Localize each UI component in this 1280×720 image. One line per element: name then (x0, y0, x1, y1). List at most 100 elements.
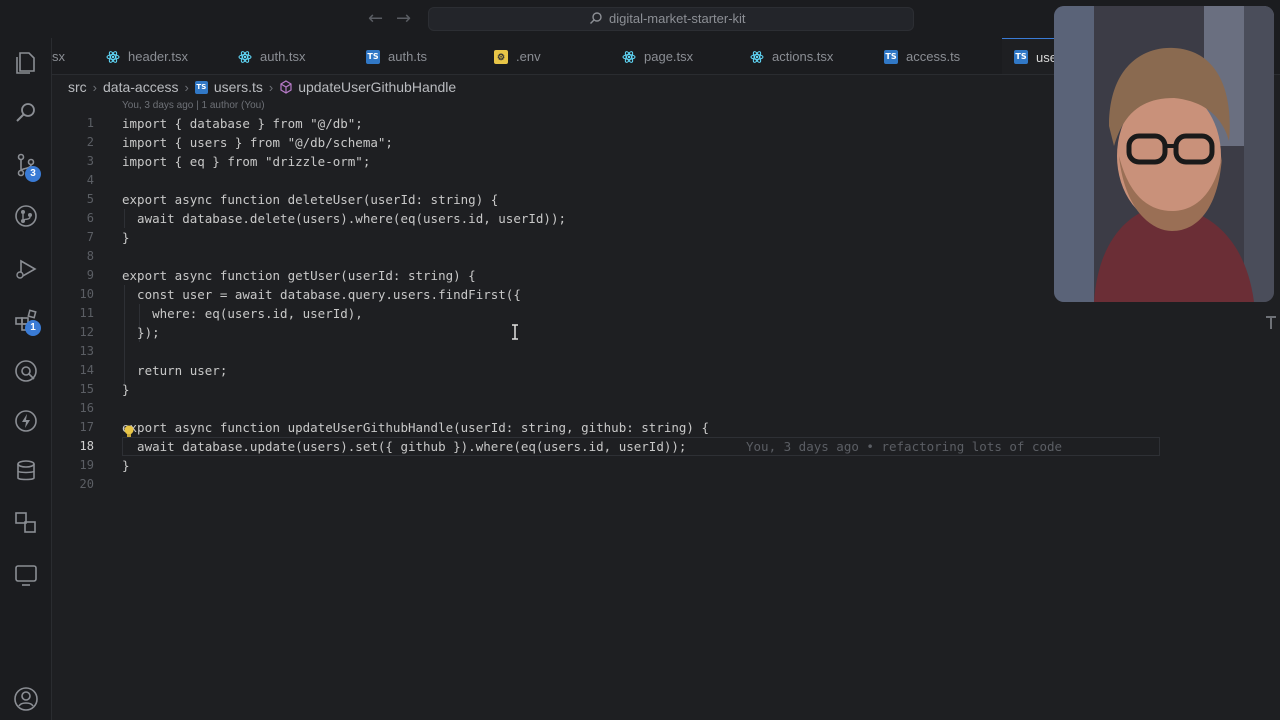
window-title: digital-market-starter-kit (609, 11, 746, 26)
typescript-icon: TS (366, 49, 380, 64)
tab-users-ts[interactable]: TS use (1002, 38, 1062, 74)
tab-0[interactable]: sx (52, 38, 92, 74)
tab-env[interactable]: ⚙ .env (494, 38, 541, 74)
env-file-icon: ⚙ (494, 49, 508, 64)
typescript-icon: TS (194, 80, 208, 94)
code-line-text: export async function updateUserGithubHa… (122, 420, 709, 435)
command-center-search[interactable]: digital-market-starter-kit (428, 7, 914, 31)
line-number: 12 (79, 325, 94, 339)
inline-blame: You, 3 days ago • refactoring lots of co… (746, 439, 1063, 454)
code-line-text: import { users } from "@/db/schema"; (122, 135, 393, 150)
line-number: 11 (79, 306, 94, 320)
code-line: 14 return user; (52, 361, 1252, 380)
line-number: 14 (79, 363, 94, 377)
code-line-text: import { database } from "@/db"; (122, 116, 363, 131)
line-number: 19 (79, 458, 94, 472)
code-line-text: export async function deleteUser(userId:… (122, 192, 499, 207)
lightning-icon[interactable] (13, 408, 39, 434)
current-code-line: 18 await database.update(users).set({ gi… (52, 437, 1252, 456)
remote-window-icon[interactable] (13, 562, 39, 588)
line-number: 1 (86, 116, 94, 130)
tab-actions-tsx[interactable]: actions.tsx (750, 38, 834, 74)
breadcrumb-src[interactable]: src (68, 79, 87, 95)
line-number: 17 (79, 420, 94, 434)
line-number: 2 (86, 135, 94, 149)
run-debug-icon[interactable] (13, 256, 39, 282)
breadcrumb-users-ts[interactable]: users.ts (214, 79, 263, 95)
tab-label: header.tsx (128, 49, 188, 64)
line-number: 7 (86, 230, 94, 244)
line-number: 8 (86, 249, 94, 263)
forward-arrow-icon[interactable]: → (396, 8, 411, 29)
chevron-right-icon: › (92, 79, 98, 95)
code-line-text: await database.delete(users).where(eq(us… (122, 211, 567, 226)
line-number: 13 (79, 344, 94, 358)
code-line-text: } (122, 230, 130, 245)
react-icon (622, 50, 636, 63)
tab-label: actions.tsx (772, 49, 834, 64)
chevron-right-icon: › (184, 79, 189, 95)
database-icon[interactable] (13, 458, 39, 484)
chevron-right-icon: › (268, 79, 274, 95)
tab-label: page.tsx (644, 49, 694, 64)
search-icon[interactable] (13, 100, 39, 126)
git-graph-icon[interactable] (13, 203, 39, 229)
account-icon[interactable] (13, 686, 39, 712)
code-line-text: export async function getUser(userId: st… (122, 268, 476, 283)
code-line-text: } (122, 458, 130, 473)
tab-access-ts[interactable]: TS access.ts (884, 38, 961, 74)
webcam-overlay (1054, 6, 1274, 302)
remote-explorer-icon[interactable] (13, 358, 39, 384)
code-line-text: const user = await database.query.users.… (122, 287, 521, 302)
code-line: 16 (52, 399, 1252, 418)
line-number: 15 (79, 382, 94, 396)
line-number: 3 (86, 154, 94, 168)
activity-bar: 3 1 (0, 38, 52, 720)
tab-page-tsx[interactable]: page.tsx (622, 38, 694, 74)
line-number: 4 (86, 173, 94, 187)
scrollbar-handle[interactable] (1265, 316, 1277, 330)
source-control-badge: 3 (25, 166, 41, 182)
code-line-text: }); (122, 325, 160, 340)
code-line-text: import { eq } from "drizzle-orm"; (122, 154, 371, 169)
code-line-text: } (122, 382, 130, 397)
lightbulb-icon[interactable] (122, 424, 136, 438)
code-line: 12 }); (52, 323, 1252, 342)
typescript-icon: TS (884, 49, 898, 64)
typescript-icon: TS (1014, 50, 1028, 64)
line-number: 6 (86, 211, 94, 225)
code-line: 13 (52, 342, 1252, 361)
shapes-icon[interactable] (13, 510, 39, 536)
extensions-badge: 1 (25, 320, 41, 336)
back-arrow-icon[interactable]: ← (368, 8, 383, 29)
tab-label: .env (516, 49, 541, 64)
tab-auth-tsx[interactable]: auth.tsx (238, 38, 306, 74)
breadcrumb: src › data-access › TS users.ts › update… (68, 78, 456, 96)
code-line: 19 } (52, 456, 1252, 475)
line-number: 20 (79, 477, 94, 491)
tab-auth-ts[interactable]: TS auth.ts (366, 38, 428, 74)
line-number: 5 (86, 192, 94, 206)
presenter-video-image (1054, 6, 1274, 302)
code-line-text: where: eq(users.id, userId), (122, 306, 363, 321)
line-number: 18 (79, 439, 94, 453)
text-cursor-icon (512, 324, 518, 340)
breadcrumb-data-access[interactable]: data-access (103, 79, 178, 95)
code-line: 11 where: eq(users.id, userId), (52, 304, 1252, 323)
tab-label: access.ts (906, 49, 961, 64)
tab-label: auth.tsx (260, 49, 306, 64)
tab-header-tsx[interactable]: header.tsx (106, 38, 188, 74)
code-line: 17 export async function updateUserGithu… (52, 418, 1252, 437)
explorer-icon[interactable] (13, 50, 39, 76)
breadcrumb-symbol[interactable]: updateUserGithubHandle (298, 79, 456, 95)
code-line-text: await database.update(users).set({ githu… (122, 439, 687, 454)
line-number: 9 (86, 268, 94, 282)
react-icon (106, 50, 120, 63)
blame-header[interactable]: You, 3 days ago | 1 author (You) (122, 100, 265, 111)
search-icon (590, 12, 602, 24)
code-line: 20 (52, 475, 1252, 494)
react-icon (750, 50, 764, 63)
tab-label: sx (52, 49, 65, 64)
code-line: 15 } (52, 380, 1252, 399)
tab-label: auth.ts (388, 49, 428, 64)
